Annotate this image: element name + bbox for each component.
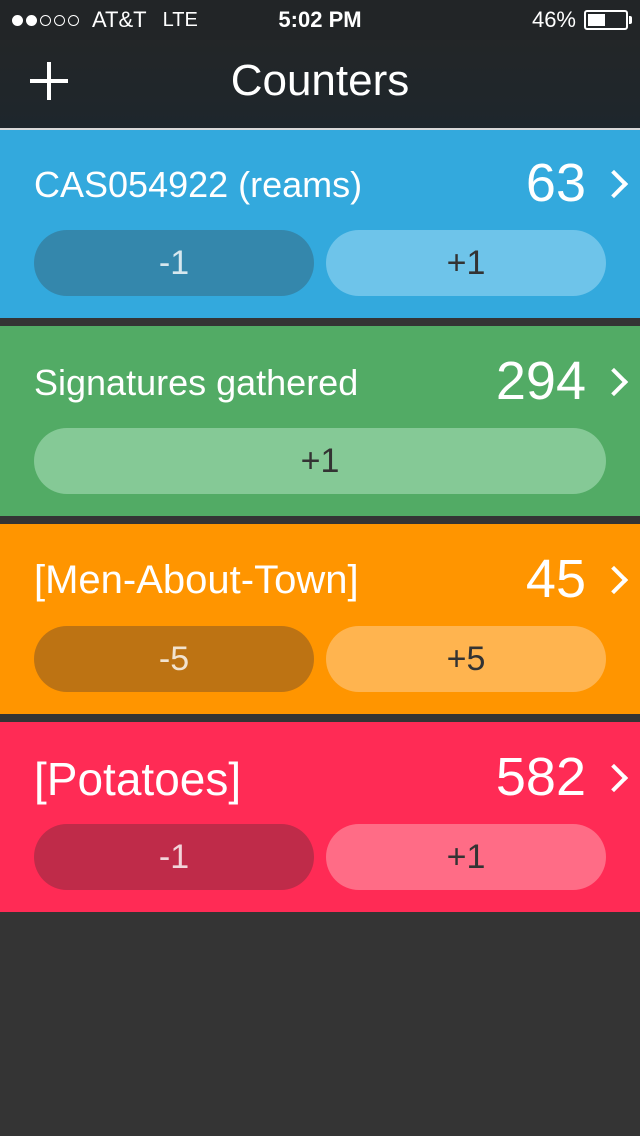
- status-bar: AT&T LTE 5:02 PM 46%: [0, 0, 640, 40]
- counter-value: 294: [495, 351, 586, 411]
- chevron-right-icon[interactable]: [599, 763, 629, 793]
- increment-button[interactable]: +1: [326, 230, 606, 296]
- counter-card-3[interactable]: [Men-About-Town] 45 -5 +5: [0, 524, 640, 714]
- chevron-right-icon[interactable]: [599, 367, 629, 397]
- chevron-right-icon[interactable]: [599, 169, 629, 199]
- decrement-button[interactable]: -1: [34, 824, 314, 890]
- status-bar-right: 46%: [531, 0, 632, 40]
- battery-level-fill: [588, 14, 605, 26]
- counter-name: [Men-About-Town]: [34, 558, 359, 602]
- counter-card-2[interactable]: Signatures gathered 294 +1: [0, 326, 640, 516]
- battery-percent: 46%: [531, 7, 576, 32]
- navigation-bar: Counters: [0, 40, 640, 128]
- counter-card-1[interactable]: CAS054922 (reams) 63 -1 +1: [0, 130, 640, 318]
- counter-card-4[interactable]: [Potatoes] 582 -1 +1: [0, 722, 640, 912]
- decrement-button[interactable]: -5: [34, 626, 314, 692]
- increment-button[interactable]: +1: [34, 428, 606, 494]
- counter-name: CAS054922 (reams): [34, 164, 363, 205]
- chevron-right-icon[interactable]: [599, 565, 629, 595]
- counter-value: 63: [525, 153, 586, 213]
- battery-icon: [584, 10, 632, 30]
- increment-button[interactable]: +5: [326, 626, 606, 692]
- page-title: Counters: [230, 56, 410, 105]
- counter-value: 582: [495, 747, 586, 807]
- counter-value: 45: [525, 549, 586, 609]
- decrement-button[interactable]: -1: [34, 230, 314, 296]
- counter-name: [Potatoes]: [34, 753, 242, 805]
- counter-name: Signatures gathered: [34, 362, 359, 403]
- increment-button[interactable]: +1: [326, 824, 606, 890]
